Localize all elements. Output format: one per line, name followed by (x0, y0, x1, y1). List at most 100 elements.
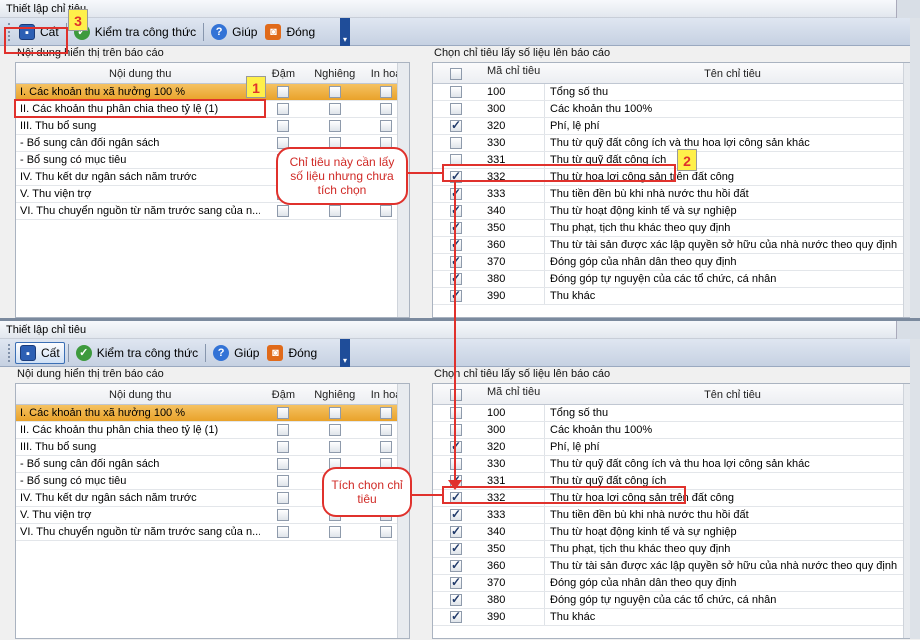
help-button[interactable]: ? Giúp (209, 342, 263, 364)
table-row[interactable]: 333 Thu tiền đền bù khi nhà nước thu hồi … (433, 507, 915, 524)
checkbox[interactable] (450, 288, 462, 302)
table-row[interactable]: 390 Thu khác (433, 288, 915, 305)
checkbox[interactable] (277, 492, 290, 504)
checkbox[interactable] (450, 439, 462, 453)
table-row[interactable]: 350 Thu phạt, tịch thu khác theo quy định (433, 541, 915, 558)
table-row[interactable]: I. Các khoản thu xã hưởng 100 % (16, 405, 409, 422)
checkbox[interactable] (380, 407, 393, 419)
table-row[interactable]: 320 Phí, lệ phí (433, 118, 915, 135)
table-row[interactable]: VI. Thu chuyển nguồn từ năm trước sang c… (16, 524, 409, 541)
checkbox[interactable] (450, 592, 462, 606)
checkbox[interactable] (450, 103, 462, 115)
checkbox[interactable] (380, 424, 393, 436)
checkbox[interactable] (450, 271, 462, 285)
checkbox[interactable] (450, 68, 462, 80)
checkbox[interactable] (450, 507, 462, 521)
checkbox[interactable] (450, 407, 462, 419)
checkbox[interactable] (450, 458, 462, 470)
close-button[interactable]: ◙ Đóng (261, 21, 319, 43)
table-row[interactable]: 340 Thu từ hoạt động kinh tế và sự nghiệp (433, 203, 915, 220)
table-row[interactable]: 300 Các khoản thu 100% (433, 422, 915, 439)
indicator-name: Thu từ quỹ đất công ích và thu hoa lợi c… (550, 458, 810, 470)
checkbox[interactable] (380, 441, 393, 453)
checkbox[interactable] (277, 120, 290, 132)
checkbox[interactable] (450, 609, 462, 623)
table-row[interactable]: 333 Thu tiền đền bù khi nhà nước thu hồi … (433, 186, 915, 203)
table-row[interactable]: VI. Thu chuyển nguồn từ năm trước sang c… (16, 203, 409, 220)
checkbox[interactable] (328, 407, 341, 419)
indicator-name: Đóng góp tự nguyện của các tổ chức, cá n… (550, 594, 777, 606)
table-row[interactable]: 390 Thu khác (433, 609, 915, 626)
toolbar-overflow-icon[interactable]: ▾ (340, 18, 350, 46)
check-formula-button[interactable]: ✓Kiểm tra công thức (72, 342, 202, 364)
checkbox[interactable] (450, 254, 462, 268)
table-row[interactable]: 370 Đóng góp của nhân dân theo quy định (433, 254, 915, 271)
table-row[interactable]: 330 Thu từ quỹ đất công ích và thu hoa lợ… (433, 135, 915, 152)
indicator-code: 100 (479, 84, 545, 100)
checkbox[interactable] (450, 137, 462, 149)
toolbar-grip[interactable] (8, 343, 11, 362)
checkbox[interactable] (380, 120, 393, 132)
table-row[interactable]: III. Thu bổ sung (16, 439, 409, 456)
table-row[interactable]: 300 Các khoản thu 100% (433, 101, 915, 118)
table-row[interactable]: 330 Thu từ quỹ đất công ích và thu hoa lợ… (433, 456, 915, 473)
table-row[interactable]: 100 Tổng số thu (433, 84, 915, 101)
checkbox[interactable] (277, 86, 290, 98)
table-row[interactable]: II. Các khoản thu phân chia theo tỷ lệ (… (16, 422, 409, 439)
checkbox[interactable] (328, 205, 341, 217)
checkbox[interactable] (277, 475, 290, 487)
checkbox[interactable] (380, 86, 393, 98)
window-scrollbar[interactable] (910, 18, 920, 318)
checkbox[interactable] (328, 86, 341, 98)
checkbox[interactable] (277, 424, 290, 436)
checkbox[interactable] (328, 526, 341, 538)
checkbox[interactable] (328, 424, 341, 436)
checkbox[interactable] (277, 458, 290, 470)
checkbox[interactable] (277, 441, 290, 453)
window-scrollbar[interactable] (910, 339, 920, 639)
checkbox[interactable] (450, 86, 462, 98)
table-row[interactable]: 360 Thu từ tài sản được xác lập quyền sở … (433, 237, 915, 254)
checkbox[interactable] (450, 558, 462, 572)
table-row[interactable]: 380 Đóng góp tự nguyện của các tổ chức, c… (433, 592, 915, 609)
help-button[interactable]: ? Giúp (207, 21, 261, 43)
indicator-name: Thu từ tài sản được xác lập quyền sở hữu… (550, 560, 898, 572)
table-row[interactable]: 370 Đóng góp của nhân dân theo quy định (433, 575, 915, 592)
checkbox[interactable] (277, 103, 290, 115)
checkbox[interactable] (450, 389, 462, 401)
checkbox[interactable] (328, 120, 341, 132)
checkbox[interactable] (450, 424, 462, 436)
window-control[interactable] (896, 0, 920, 18)
table-row[interactable]: III. Thu bổ sung (16, 118, 409, 135)
checkbox[interactable] (450, 203, 462, 217)
checkbox[interactable] (380, 103, 393, 115)
checkbox[interactable] (380, 526, 393, 538)
check-formula-button[interactable]: ✓Kiểm tra công thức (70, 21, 200, 43)
close-button[interactable]: ◙ Đóng (263, 342, 321, 364)
save-button[interactable]: ▪ Cất (15, 341, 65, 364)
table-row[interactable]: 100 Tổng số thu (433, 405, 915, 422)
checkbox[interactable] (450, 118, 462, 132)
checkbox[interactable] (450, 237, 462, 251)
checkbox[interactable] (277, 205, 290, 217)
table-row[interactable]: 350 Thu phạt, tịch thu khác theo quy định (433, 220, 915, 237)
table-row[interactable]: 380 Đóng góp tự nguyện của các tổ chức, c… (433, 271, 915, 288)
table-row[interactable]: 340 Thu từ hoạt động kinh tế và sự nghiệp (433, 524, 915, 541)
checkbox[interactable] (277, 526, 290, 538)
checkbox[interactable] (450, 220, 462, 234)
checkbox[interactable] (277, 407, 290, 419)
checkbox[interactable] (277, 509, 290, 521)
checkbox[interactable] (328, 103, 341, 115)
table-row[interactable]: 320 Phí, lệ phí (433, 439, 915, 456)
checkbox[interactable] (450, 186, 462, 200)
checkbox[interactable] (328, 441, 341, 453)
toolbar-overflow-icon[interactable]: ▾ (340, 339, 350, 367)
window-control[interactable] (896, 321, 920, 339)
checkbox[interactable] (450, 575, 462, 589)
checkbox[interactable] (380, 205, 393, 217)
table-row[interactable]: 360 Thu từ tài sản được xác lập quyền sở … (433, 558, 915, 575)
checkbox[interactable] (450, 524, 462, 538)
column-header: Đậm (271, 68, 296, 80)
checkbox[interactable] (450, 541, 462, 555)
indicator-code: 390 (479, 609, 545, 625)
